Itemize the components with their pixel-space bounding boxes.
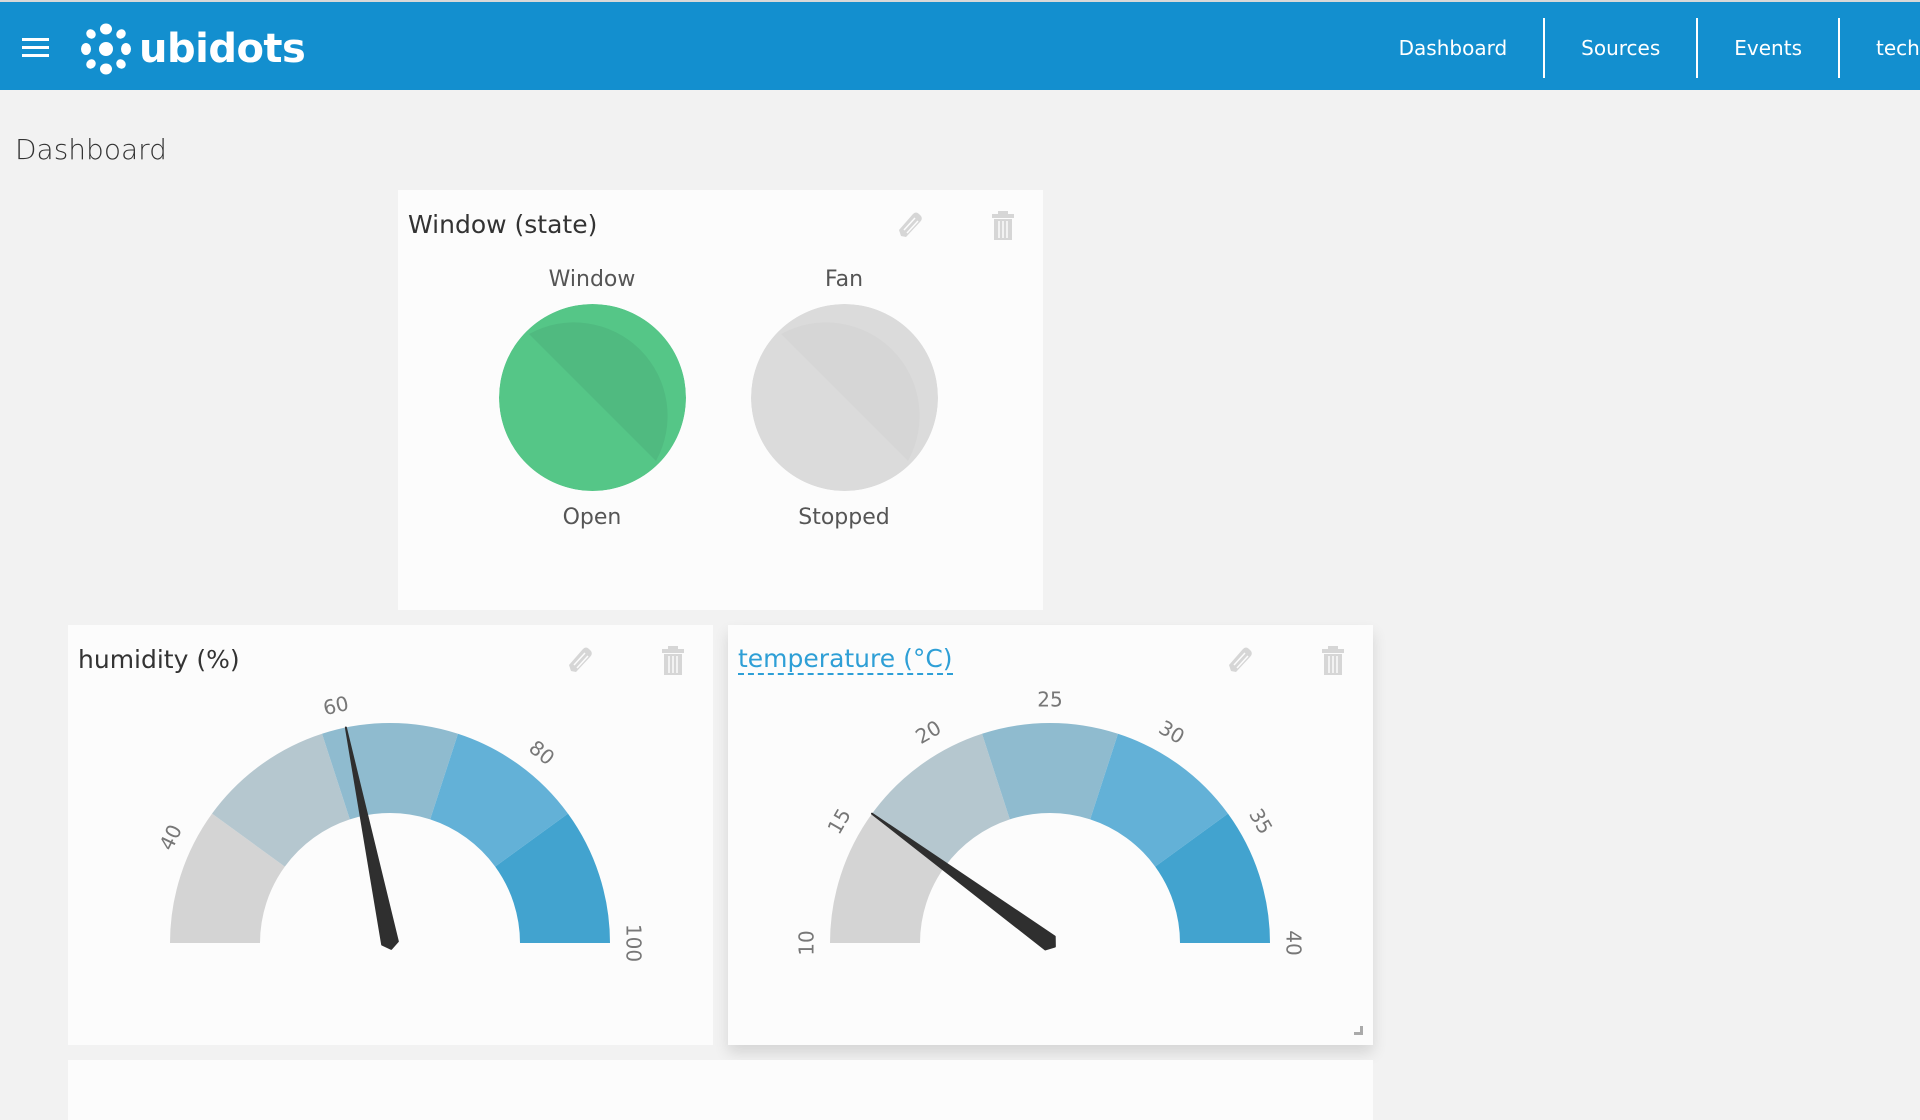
gauge-tick-label: 100 <box>622 924 646 962</box>
nav-user-menu[interactable]: techp <box>1838 18 1920 78</box>
hamburger-menu-icon[interactable] <box>22 38 49 58</box>
widget-card-partial <box>68 1060 1373 1120</box>
gauge-tick-label: 40 <box>1282 930 1306 955</box>
gauge-tick-label: 15 <box>822 804 856 838</box>
fan-indicator: Fan Stopped <box>744 267 944 530</box>
brand-name: ubidots <box>139 26 306 72</box>
nav-sources[interactable]: Sources <box>1543 18 1696 78</box>
humidity-gauge: 40 60 80 100 <box>154 691 646 962</box>
status-indicator-circle <box>498 304 686 491</box>
gauge-tick-label: 35 <box>1244 804 1278 838</box>
window-state-widget: Window (state) Window Open Fan Stopped <box>398 190 1043 610</box>
gauge-tick-label: 10 <box>795 930 819 955</box>
gauge-tick-label: 80 <box>524 735 559 770</box>
main-nav: Dashboard Sources Events techp <box>1363 18 1920 78</box>
indicator-label: Fan <box>824 267 864 292</box>
gauge-tick-label: 25 <box>1037 688 1062 712</box>
indicator-label: Window <box>548 267 636 292</box>
gauge-tick-label: 60 <box>321 691 351 720</box>
widget-title: Window (state) <box>408 210 598 239</box>
indicator-state: Open <box>562 505 622 530</box>
indicator-state: Stopped <box>798 505 890 530</box>
page-title: Dashboard <box>15 133 167 166</box>
nav-dashboard[interactable]: Dashboard <box>1363 18 1544 78</box>
gauge-tick-label: 40 <box>154 821 187 854</box>
gauge-tick-label: 30 <box>1155 715 1189 749</box>
top-navbar: ubidots Dashboard Sources Events techp <box>0 0 1920 90</box>
ubidots-dots-logo-icon <box>81 23 131 75</box>
resize-handle[interactable] <box>1354 1026 1363 1035</box>
nav-events[interactable]: Events <box>1696 18 1838 78</box>
gauge-tick-label: 20 <box>911 715 945 749</box>
temperature-gauge: 10 15 20 25 30 35 40 <box>795 688 1306 956</box>
temperature-widget: temperature (°C) 10 15 20 25 30 35 40 <box>728 625 1373 1045</box>
trash-icon[interactable] <box>988 208 1018 242</box>
window-indicator: Window Open <box>492 267 692 530</box>
pencil-icon[interactable] <box>895 208 925 242</box>
status-indicator-circle <box>750 304 938 491</box>
humidity-widget: humidity (%) 40 60 80 100 <box>68 625 713 1045</box>
ubidots-logo[interactable]: ubidots <box>79 22 306 76</box>
